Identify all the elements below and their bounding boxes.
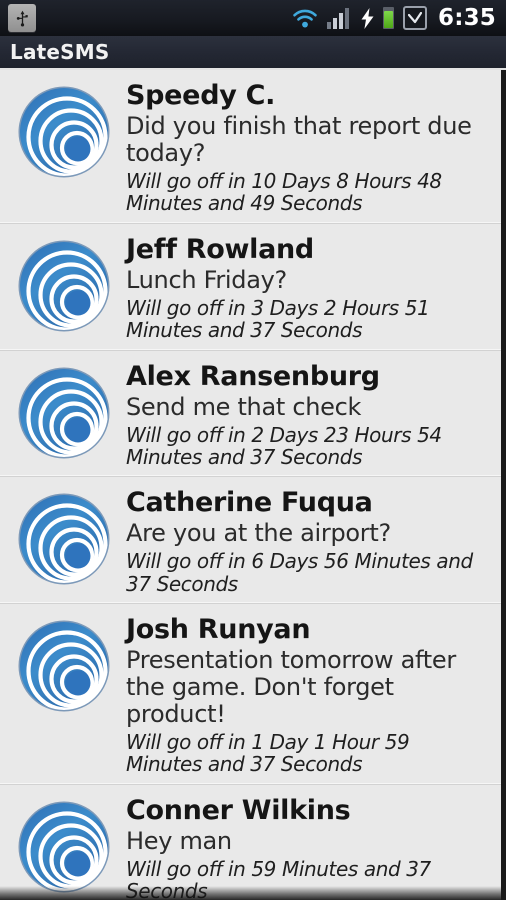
alarm-checkbox-icon bbox=[402, 6, 427, 30]
message-body: Lunch Friday? bbox=[126, 265, 287, 294]
list-item-text: Alex Ransenburg Send me that check Will go… bbox=[126, 361, 491, 469]
battery-icon bbox=[382, 7, 394, 29]
message-body: Hey man bbox=[126, 826, 232, 855]
contact-name: Speedy C. bbox=[126, 80, 276, 111]
list-item[interactable]: Jeff Rowland Lunch Friday? Will go off in … bbox=[0, 223, 501, 351]
ripple-circles-avatar-icon bbox=[14, 616, 114, 716]
countdown-text: Will go off in 2 Days 23 Hours 54 Minute… bbox=[126, 422, 442, 469]
countdown-text: Will go off in 10 Days 8 Hours 48 Minute… bbox=[126, 168, 442, 216]
list-item[interactable]: Conner Wilkins Hey man Will go off in 59 M… bbox=[0, 784, 501, 900]
countdown-text: Will go off in 1 Day 1 Hour 59 Minutes a… bbox=[126, 729, 410, 777]
list-item[interactable]: Speedy C. Did you finish that report due … bbox=[0, 70, 501, 224]
ripple-circles-avatar-icon bbox=[14, 489, 114, 589]
list-item-text: Jeff Rowland Lunch Friday? Will go off in … bbox=[126, 234, 491, 342]
message-body: Did you finish that report due today? bbox=[126, 112, 472, 168]
list-item-text: Josh Runyan Presentation tomorrow after t… bbox=[126, 614, 491, 776]
wifi-icon bbox=[293, 9, 317, 27]
signal-bars-icon bbox=[326, 8, 349, 29]
message-body: Are you at the airport? bbox=[126, 519, 391, 548]
message-body: Presentation tomorrow after the game. Do… bbox=[126, 646, 456, 729]
contact-name: Catherine Fuqua bbox=[126, 487, 373, 519]
list-item-text: Catherine Fuqua Are you at the airport? Wi… bbox=[126, 487, 491, 595]
phone-screen: 6:35 LateSMS Speedy C. Did you finish tha… bbox=[0, 0, 506, 900]
ripple-circles-avatar-icon bbox=[14, 236, 114, 336]
countdown-text: Will go off in 59 Minutes and 37 Seconds bbox=[126, 856, 431, 900]
contact-name: Josh Runyan bbox=[126, 614, 311, 646]
ripple-circles-avatar-icon bbox=[14, 797, 114, 897]
list-item[interactable]: Josh Runyan Presentation tomorrow after t… bbox=[0, 604, 501, 785]
list-item[interactable]: Catherine Fuqua Are you at the airport? Wi… bbox=[0, 477, 501, 605]
charging-bolt-icon bbox=[361, 7, 374, 29]
status-icons-group: 6:35 bbox=[292, 5, 496, 31]
list-item-text: Conner Wilkins Hey man Will go off in 59 M… bbox=[126, 795, 491, 900]
countdown-text: Will go off in 6 Days 56 Minutes and 37 … bbox=[126, 549, 473, 596]
list-item-text: Speedy C. Did you finish that report due … bbox=[126, 80, 491, 215]
contact-name: Conner Wilkins bbox=[126, 794, 351, 826]
ripple-circles-avatar-icon bbox=[14, 363, 114, 463]
app-title: LateSMS bbox=[10, 40, 110, 64]
contact-name: Alex Ransenburg bbox=[126, 360, 380, 392]
usb-icon bbox=[8, 4, 36, 32]
status-clock: 6:35 bbox=[437, 5, 496, 31]
message-body: Send me that check bbox=[126, 392, 362, 421]
reminder-list[interactable]: Speedy C. Did you finish that report due … bbox=[0, 70, 506, 900]
ripple-circles-avatar-icon bbox=[14, 82, 114, 182]
list-item[interactable]: Alex Ransenburg Send me that check Will go… bbox=[0, 350, 501, 478]
battery-fill bbox=[383, 11, 393, 28]
contact-name: Jeff Rowland bbox=[126, 233, 314, 265]
app-title-bar: LateSMS bbox=[0, 36, 506, 70]
status-bar: 6:35 bbox=[0, 0, 506, 36]
countdown-text: Will go off in 3 Days 2 Hours 51 Minutes… bbox=[126, 295, 430, 343]
